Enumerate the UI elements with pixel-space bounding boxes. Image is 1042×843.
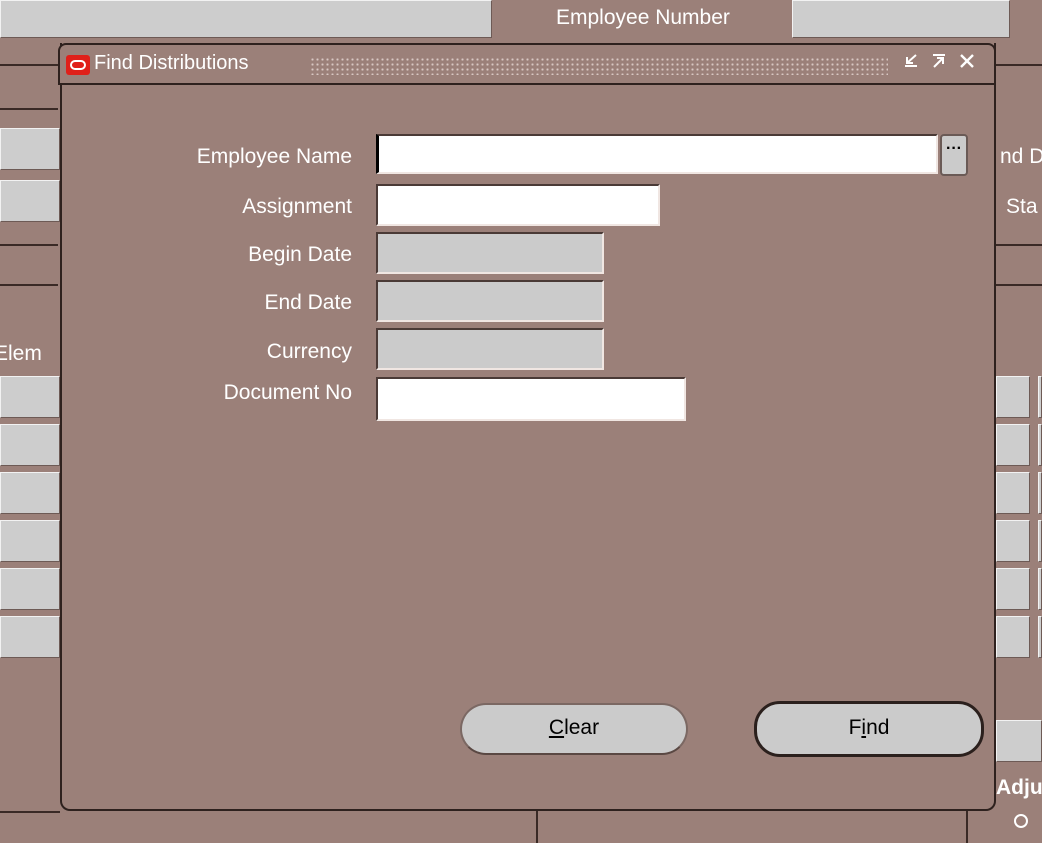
minimize-icon[interactable] — [898, 51, 924, 77]
end-date-input — [376, 280, 604, 322]
clear-button-label: lear — [564, 716, 600, 739]
find-button[interactable]: Find — [754, 701, 984, 757]
begin-date-input — [376, 232, 604, 274]
document-no-label: Document No — [223, 381, 352, 404]
table-row-cell[interactable] — [0, 616, 60, 658]
table-row-cell[interactable] — [0, 424, 60, 466]
background-divider — [536, 811, 538, 843]
end-date-label: End Date — [264, 291, 352, 314]
table-row-cell[interactable] — [996, 568, 1030, 610]
background-divider — [996, 284, 1042, 286]
table-row-cell[interactable] — [1038, 568, 1042, 610]
background-divider — [0, 244, 58, 246]
dialog-titlebar[interactable]: Find Distributions — [58, 43, 996, 85]
titlebar-grip[interactable] — [310, 57, 888, 75]
table-row-cell[interactable] — [0, 520, 60, 562]
maximize-icon[interactable] — [926, 51, 952, 77]
find-button-label-end: nd — [866, 716, 890, 739]
clear-button-mnemonic: C — [548, 716, 565, 739]
find-button-label-start: F — [848, 716, 862, 739]
begin-date-label: Begin Date — [248, 243, 352, 266]
adjust-label-partial: Adju — [996, 776, 1042, 799]
currency-input — [376, 328, 604, 370]
table-row-cell[interactable] — [0, 472, 60, 514]
assignment-label: Assignment — [242, 195, 352, 218]
currency-label: Currency — [266, 340, 352, 363]
background-divider — [0, 811, 60, 813]
table-row-cell[interactable] — [1038, 520, 1042, 562]
clear-button[interactable]: Clear — [460, 703, 688, 755]
table-row-cell[interactable] — [1038, 424, 1042, 466]
document-no-input[interactable] — [376, 377, 686, 421]
assignment-input[interactable] — [376, 184, 660, 226]
background-divider — [996, 244, 1042, 246]
table-row-cell[interactable] — [1038, 376, 1042, 418]
table-row-cell[interactable] — [996, 472, 1030, 514]
status-label-partial: Sta — [1006, 195, 1038, 218]
end-date-label-partial: nd D — [1000, 145, 1042, 168]
table-row-cell[interactable] — [996, 616, 1030, 658]
dialog-title: Find Distributions — [94, 52, 249, 74]
table-row-cell[interactable] — [0, 376, 60, 418]
employee-number-label: Employee Number — [556, 6, 730, 29]
background-divider — [0, 64, 58, 66]
list-of-values-button[interactable]: ··· — [940, 134, 968, 176]
employee-name-input[interactable] — [376, 134, 938, 174]
background-field-left[interactable] — [0, 128, 60, 170]
element-label-partial: Elem — [0, 342, 42, 365]
radio-button-partial[interactable] — [1014, 814, 1028, 828]
background-divider — [996, 64, 1042, 66]
table-row-cell[interactable] — [996, 376, 1030, 418]
background-top-field-left[interactable] — [0, 0, 492, 38]
background-field-left[interactable] — [0, 180, 60, 222]
table-row-cell[interactable] — [1038, 472, 1042, 514]
table-row-cell[interactable] — [996, 424, 1030, 466]
table-row-cell[interactable] — [996, 520, 1030, 562]
close-icon[interactable] — [954, 51, 980, 77]
table-row-cell[interactable] — [0, 568, 60, 610]
table-row-cell[interactable] — [1038, 616, 1042, 658]
background-divider — [0, 284, 58, 286]
background-divider — [0, 108, 58, 110]
background-divider — [966, 811, 968, 843]
background-button-partial[interactable] — [996, 720, 1042, 762]
employee-name-label: Employee Name — [196, 145, 352, 168]
oracle-icon — [66, 55, 90, 75]
employee-number-field[interactable] — [792, 0, 1010, 38]
